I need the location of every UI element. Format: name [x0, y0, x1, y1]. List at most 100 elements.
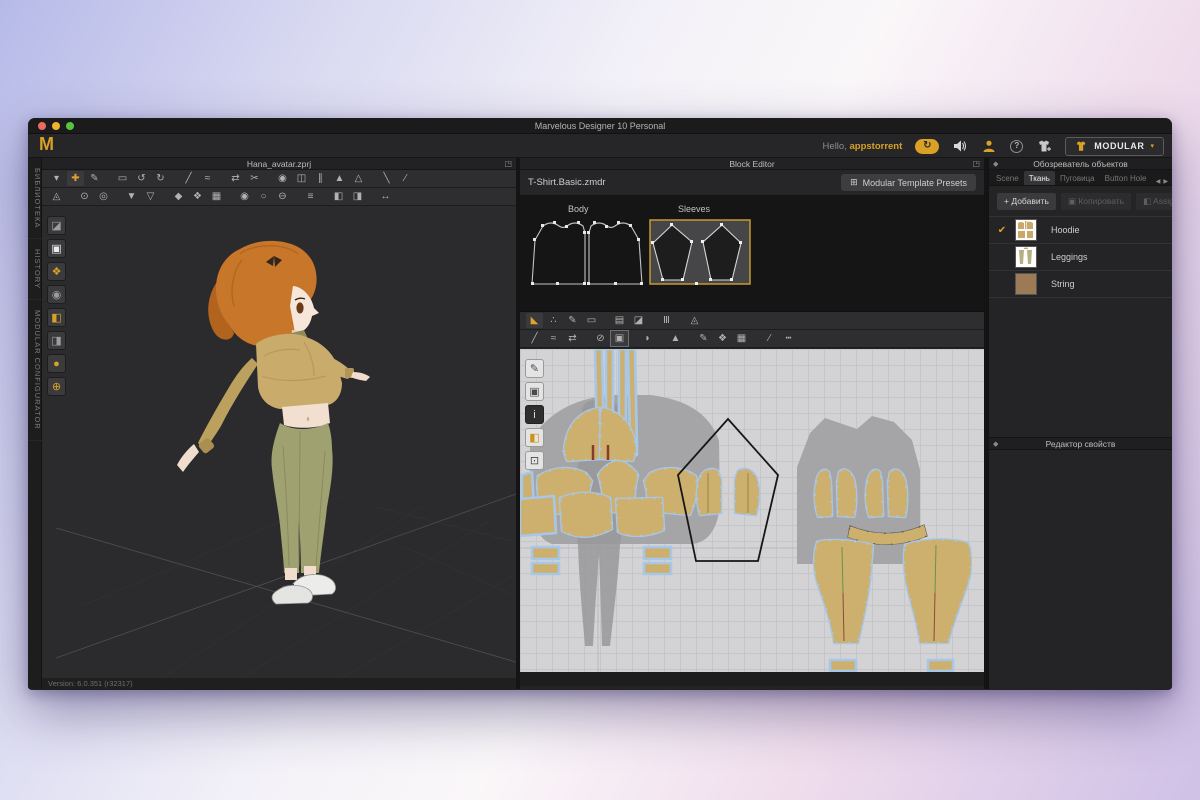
- seam-dashed-icon[interactable]: ┅: [780, 331, 797, 346]
- seam-line-icon[interactable]: ∕: [761, 331, 778, 346]
- show-garment-icon[interactable]: ▣: [47, 239, 66, 258]
- modular-mode-button[interactable]: MODULAR ▾: [1065, 137, 1164, 156]
- speaker-icon[interactable]: [952, 138, 968, 154]
- wind-wall-alt-icon[interactable]: ◨: [349, 189, 366, 204]
- select-move-icon[interactable]: ✚: [67, 171, 84, 186]
- show-environment-icon[interactable]: ⊕: [47, 377, 66, 396]
- dock-arrow-icon[interactable]: ◆: [993, 440, 998, 448]
- shirt-edit-icon[interactable]: ✎: [695, 331, 712, 346]
- transform-pattern-icon[interactable]: ◣: [526, 313, 543, 328]
- dock-tab-library[interactable]: БИБЛИОТЕКА: [28, 158, 42, 239]
- image-tool-icon[interactable]: ▤: [611, 313, 628, 328]
- block-editor-canvas[interactable]: Body Sleeves: [520, 196, 984, 312]
- new-garment-icon[interactable]: [1036, 138, 1052, 154]
- button-tool-icon[interactable]: ◉: [236, 189, 253, 204]
- show-avatar-2d-icon[interactable]: ◬: [686, 313, 703, 328]
- buttonhole-tool-icon[interactable]: ○: [255, 189, 272, 204]
- edit-sewing-3d-icon[interactable]: ≈: [199, 171, 216, 186]
- show-fabric-icon[interactable]: ◧: [525, 428, 544, 447]
- stitch-shirt-icon[interactable]: ▦: [733, 331, 750, 346]
- minimize-window-button[interactable]: [52, 122, 60, 130]
- property-editor-header[interactable]: ◆ Редактор свойств: [989, 437, 1172, 450]
- segment-sewing-2d-icon[interactable]: ╱: [526, 331, 543, 346]
- fabric-list-item-leggings[interactable]: Leggings: [989, 244, 1172, 271]
- free-sewing-2d-icon[interactable]: ≈: [545, 331, 562, 346]
- viewport-3d-canvas[interactable]: ◪ ▣ ❖ ◉ ◧ ◨ ● ⊕: [42, 206, 516, 678]
- close-window-button[interactable]: [38, 122, 46, 130]
- add-pattern-icon[interactable]: ▭: [583, 313, 600, 328]
- block-label-body[interactable]: Body: [568, 204, 589, 214]
- edit-pattern-3d-icon[interactable]: ✎: [86, 171, 103, 186]
- avatar-walk-icon[interactable]: ◬: [48, 189, 65, 204]
- dock-arrow-icon[interactable]: ◆: [993, 160, 998, 168]
- pants-arrangement-icon[interactable]: ∥: [312, 171, 329, 186]
- dock-tab-history[interactable]: HISTORY: [28, 239, 42, 300]
- show-pattern-fill-icon[interactable]: ◧: [47, 308, 66, 327]
- strengthen-garment-icon[interactable]: ▲: [331, 171, 348, 186]
- dock-tab-modular-configurator[interactable]: MODULAR CONFIGURATOR: [28, 300, 42, 441]
- pattern-2d-canvas[interactable]: ✎▣i◧⊡ .pp{fill:#cdb06e;stroke:#a7c7e8;st…: [520, 349, 984, 672]
- stitch-fill-icon[interactable]: ▦: [208, 189, 225, 204]
- sewing-undo-icon[interactable]: ↺: [133, 171, 150, 186]
- iron-tool-icon[interactable]: ◗: [639, 331, 656, 346]
- copy-fabric-button[interactable]: ▣ Копировать: [1061, 193, 1131, 210]
- zoom-window-button[interactable]: [66, 122, 74, 130]
- block-label-sleeves[interactable]: Sleeves: [678, 204, 710, 214]
- spacing-tool-icon[interactable]: ↔: [377, 189, 394, 204]
- tab-button[interactable]: Пуговица: [1055, 171, 1100, 185]
- tabs-next-icon[interactable]: ▶: [1163, 178, 1168, 185]
- measure-tape-icon[interactable]: ∕: [397, 171, 414, 186]
- attach-to-avatar-icon[interactable]: ◆: [170, 189, 187, 204]
- brush-tool-icon[interactable]: ✎: [525, 359, 544, 378]
- button-lock-icon[interactable]: ⊖: [274, 189, 291, 204]
- project-tab-bar[interactable]: Hana_avatar.zprj ◳: [42, 158, 516, 170]
- tack-tool-icon[interactable]: ╲: [378, 171, 395, 186]
- assign-fabric-button[interactable]: ◧ Assign: [1136, 193, 1172, 210]
- pin-box-icon[interactable]: ◎: [95, 189, 112, 204]
- popout-icon[interactable]: ◳: [504, 159, 512, 169]
- show-avatar-head-icon[interactable]: ●: [47, 354, 66, 373]
- wind-wall-icon[interactable]: ◧: [330, 189, 347, 204]
- gizmo-orientation-icon[interactable]: ▾: [48, 171, 65, 186]
- show-pattern-mesh-icon[interactable]: ◨: [47, 331, 66, 350]
- show-cloth-mesh-icon[interactable]: ◪: [47, 216, 66, 235]
- stitch-flower-icon[interactable]: ❖: [714, 331, 731, 346]
- fabric-list-item-hoodie[interactable]: ✔ Hoodie: [989, 217, 1172, 244]
- stitch-brush-icon[interactable]: ❖: [189, 189, 206, 204]
- deactivate-garment-icon[interactable]: △: [350, 171, 367, 186]
- fabric-list-item-string[interactable]: String: [989, 271, 1172, 298]
- show-stitches-icon[interactable]: ❖: [47, 262, 66, 281]
- add-fabric-button[interactable]: + Добавить: [997, 193, 1056, 210]
- show-avatar-icon[interactable]: ◉: [47, 285, 66, 304]
- tab-scene[interactable]: Scene: [991, 171, 1024, 185]
- sewing-locked-icon[interactable]: ▣: [611, 331, 628, 346]
- lock-pattern-icon[interactable]: ⊡: [525, 451, 544, 470]
- object-browser-header[interactable]: ◆ Обозреватель объектов: [989, 158, 1172, 170]
- trace-pattern-icon[interactable]: ◪: [630, 313, 647, 328]
- edit-pattern-2d-icon[interactable]: ✎: [564, 313, 581, 328]
- info-overlay-icon[interactable]: i: [525, 405, 544, 424]
- zipper-tool-icon[interactable]: ≡: [302, 189, 319, 204]
- segment-sewing-3d-icon[interactable]: ▭: [114, 171, 131, 186]
- sync-panels-icon[interactable]: ◫: [293, 171, 310, 186]
- block-editor-tab-bar[interactable]: Block Editor ◳: [520, 158, 984, 170]
- pleats-tool-icon[interactable]: Ⅲ: [658, 313, 675, 328]
- swap-sewing-icon[interactable]: ⇄: [227, 171, 244, 186]
- pin-to-avatar-icon[interactable]: ⊙: [76, 189, 93, 204]
- shirt-arrange-icon[interactable]: ▲: [667, 331, 684, 346]
- tack-seam-icon[interactable]: ▽: [142, 189, 159, 204]
- edit-points-icon[interactable]: ∴: [545, 313, 562, 328]
- tack-on-avatar-icon[interactable]: ▼: [123, 189, 140, 204]
- free-sewing-3d-icon[interactable]: ╱: [180, 171, 197, 186]
- sewing-redo-icon[interactable]: ↻: [152, 171, 169, 186]
- cloud-sync-icon[interactable]: ↻: [915, 139, 939, 154]
- pin-sewing-icon[interactable]: ⊘: [592, 331, 609, 346]
- fold-arrangement-icon[interactable]: ◉: [274, 171, 291, 186]
- help-icon[interactable]: ?: [1010, 140, 1023, 153]
- tabs-prev-icon[interactable]: ◀: [1156, 178, 1161, 185]
- account-icon[interactable]: [981, 138, 997, 154]
- tab-fabric[interactable]: Ткань: [1024, 171, 1055, 185]
- modular-dropdown-icon[interactable]: ▾: [1150, 142, 1154, 150]
- show-garment-2d-icon[interactable]: ▣: [525, 382, 544, 401]
- popout-icon[interactable]: ◳: [972, 159, 980, 169]
